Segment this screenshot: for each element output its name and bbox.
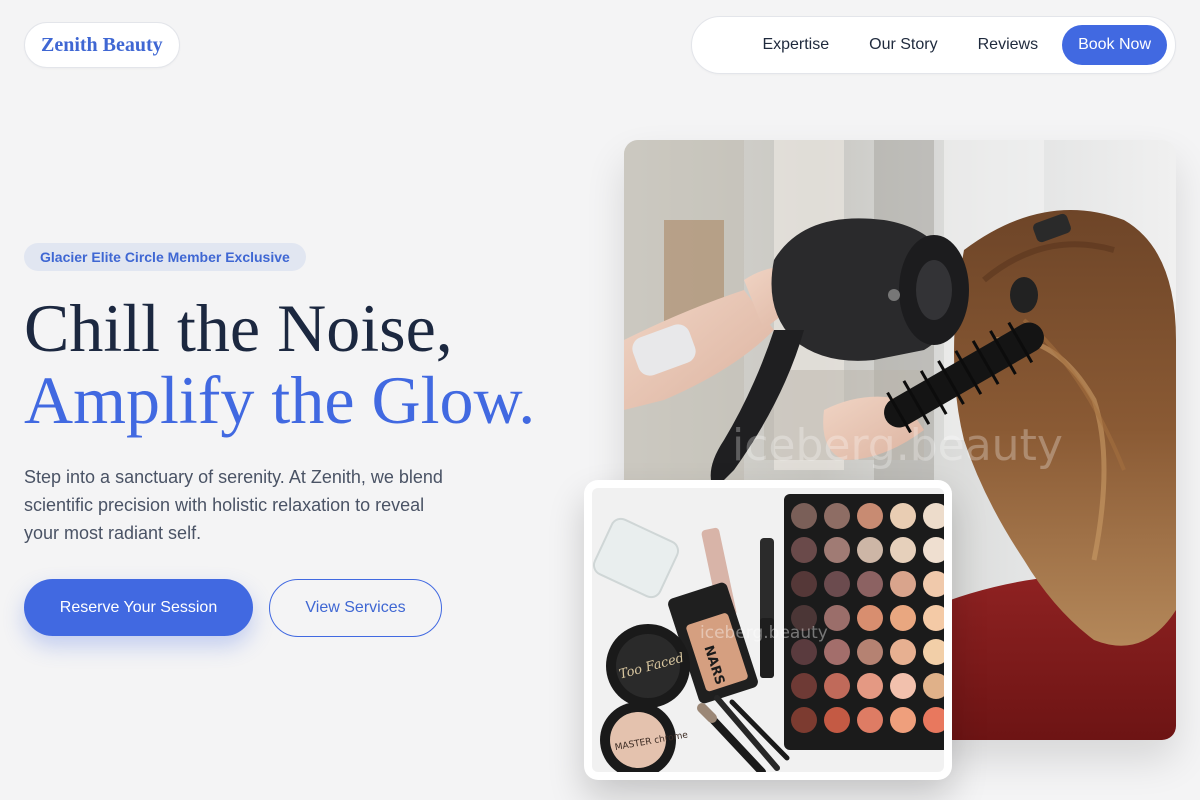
hero-headline: Chill the Noise, Amplify the Glow. (24, 292, 535, 436)
eyeshadow-swatch (824, 707, 850, 733)
eyeshadow-swatch (824, 503, 850, 529)
eyeshadow-swatch (857, 605, 883, 631)
eyeshadow-swatch (857, 571, 883, 597)
hero-description: Step into a sanctuary of serenity. At Ze… (24, 467, 443, 543)
eyeshadow-swatch (890, 571, 916, 597)
eyeshadow-swatch (824, 673, 850, 699)
eyeshadow-swatch (824, 571, 850, 597)
main-photo-watermark: iceberg.beauty (732, 420, 1063, 471)
eyeshadow-swatch (791, 707, 817, 733)
logo-pill[interactable]: Zenith Beauty (24, 22, 180, 68)
nav-link-expertise[interactable]: Expertise (742, 26, 849, 64)
eyeshadow-swatch (857, 503, 883, 529)
book-now-button[interactable]: Book Now (1062, 25, 1167, 65)
eyeshadow-swatch (890, 673, 916, 699)
brand-logo: Zenith Beauty (41, 33, 163, 56)
eyeshadow-swatch (791, 537, 817, 563)
nav-link-reviews[interactable]: Reviews (958, 26, 1058, 64)
eyeshadow-swatch (824, 605, 850, 631)
eyeshadow-swatch (857, 707, 883, 733)
membership-badge: Glacier Elite Circle Member Exclusive (24, 243, 306, 271)
headline-line-1: Chill the Noise, (24, 290, 453, 366)
headline-line-2: Amplify the Glow. (24, 362, 536, 438)
eyeshadow-swatch (890, 605, 916, 631)
eyeshadow-swatch (857, 639, 883, 665)
makeup-photo-card: NARS Too Faced MASTER chrome iceberg.bea… (584, 480, 952, 780)
eyeshadow-swatch (857, 537, 883, 563)
main-nav: Expertise Our Story Reviews Book Now (691, 16, 1176, 74)
eyeshadow-swatch (824, 639, 850, 665)
eyeshadow-swatch (890, 503, 916, 529)
makeup-flatlay-photo: NARS Too Faced MASTER chrome iceberg.bea… (592, 488, 944, 772)
reserve-session-button[interactable]: Reserve Your Session (24, 579, 253, 636)
eyeshadow-swatch (791, 503, 817, 529)
eyeshadow-swatch (890, 707, 916, 733)
inset-photo-watermark: iceberg.beauty (700, 623, 828, 643)
eyeshadow-swatch (791, 571, 817, 597)
view-services-button[interactable]: View Services (269, 579, 442, 637)
nav-link-our-story[interactable]: Our Story (849, 26, 957, 64)
eyeshadow-swatch (890, 639, 916, 665)
eyeshadow-swatch (857, 673, 883, 699)
eyeshadow-swatch (890, 537, 916, 563)
eyeshadow-swatch (791, 673, 817, 699)
eyeshadow-swatch (824, 537, 850, 563)
